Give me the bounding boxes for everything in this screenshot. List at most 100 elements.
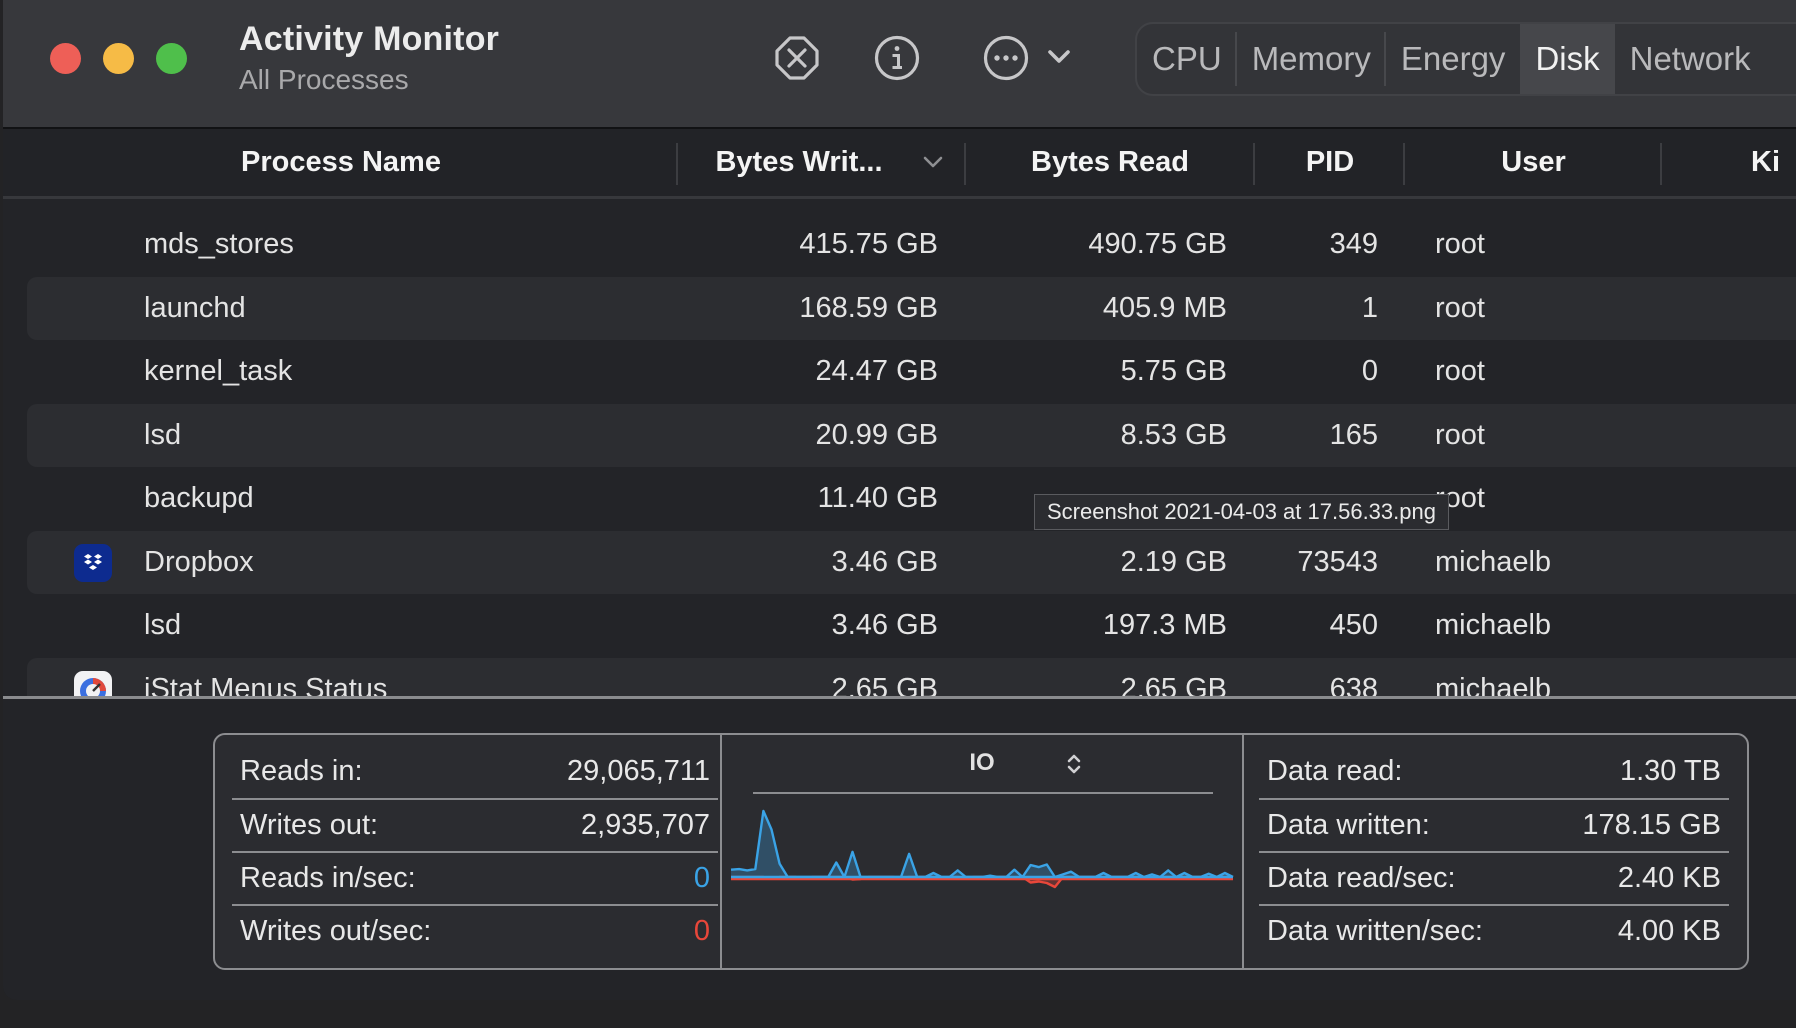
bytes-written: 11.40 GB — [817, 482, 938, 514]
pid: 638 — [1329, 672, 1378, 697]
bytes-read: 2.65 GB — [1120, 672, 1227, 697]
more-actions-button[interactable] — [982, 34, 1030, 82]
column-divider[interactable] — [1403, 143, 1405, 185]
stop-process-icon — [775, 36, 819, 80]
stat-value: 2,935,707 — [580, 809, 710, 841]
info-icon — [874, 35, 920, 81]
bytes-read: 8.53 GB — [1120, 418, 1227, 451]
pid: 1 — [1361, 291, 1378, 324]
minimize-window-button[interactable] — [103, 43, 134, 74]
table-header: Process Name Bytes Writ... Bytes Read PI… — [3, 129, 1796, 199]
more-actions-icon — [983, 35, 1029, 81]
panel-divider — [1242, 735, 1244, 968]
user: root — [1435, 291, 1485, 324]
stat-row: Data read: 1.30 TB — [1259, 745, 1729, 798]
pid: 165 — [1329, 418, 1378, 451]
process-row[interactable]: lsd 3.46 GB 197.3 MB 450 michaelb — [27, 594, 1796, 657]
bytes-written: 3.46 GB — [831, 609, 938, 641]
process-name: launchd — [144, 291, 246, 324]
bytes-read: 405.9 MB — [1102, 291, 1227, 324]
inspect-process-button[interactable] — [873, 34, 921, 82]
process-name: Dropbox — [144, 545, 254, 578]
bytes-read: 5.75 GB — [1120, 355, 1227, 387]
user: root — [1435, 355, 1485, 387]
stat-label: Data written: — [1267, 809, 1430, 841]
process-name: kernel_task — [144, 355, 293, 387]
tab-cpu[interactable]: CPU — [1137, 24, 1237, 94]
bytes-written: 24.47 GB — [815, 355, 938, 387]
bytes-read: 2.19 GB — [1120, 545, 1227, 578]
column-header-kind[interactable]: Ki — [1751, 129, 1796, 196]
reads-series-line — [730, 809, 1234, 879]
stat-label: Data read/sec: — [1267, 862, 1456, 894]
stat-value: 0 — [693, 862, 710, 894]
column-divider[interactable] — [1660, 143, 1662, 185]
chevron-down-icon[interactable] — [1046, 46, 1072, 68]
stat-row: Reads in: 29,065,711 — [232, 745, 718, 798]
sort-descending-icon[interactable] — [922, 154, 944, 170]
bytes-written: 3.46 GB — [831, 545, 938, 578]
tab-network[interactable]: Network — [1615, 24, 1766, 94]
bytes-written: 415.75 GB — [799, 228, 938, 260]
io-graph-section: IO — [722, 735, 1242, 968]
zoom-window-button[interactable] — [156, 43, 187, 74]
disk-stats-panel: Reads in: 29,065,711 Writes out: 2,935,707 R… — [213, 733, 1749, 970]
column-header-user[interactable]: User — [1406, 129, 1661, 196]
title-bar: Activity Monitor All Processes CPU Memor… — [3, 0, 1796, 129]
window-title: Activity Monitor — [239, 20, 500, 58]
pid: 73543 — [1297, 545, 1378, 578]
column-header-bytes-written[interactable]: Bytes Writ... — [679, 129, 919, 196]
close-window-button[interactable] — [50, 43, 81, 74]
stat-row: Writes out: 2,935,707 — [232, 798, 718, 851]
process-row[interactable]: iStat Menus Status 2.65 GB 2.65 GB 638 micha… — [27, 657, 1796, 697]
reads-series-area — [731, 811, 1233, 877]
process-row[interactable]: kernel_task 24.47 GB 5.75 GB 0 root — [27, 340, 1796, 403]
stat-row: Reads in/sec: 0 — [232, 851, 718, 904]
process-row[interactable]: lsd 20.99 GB 8.53 GB 165 root — [27, 403, 1796, 467]
view-tabs: CPU Memory Energy Disk Network — [1135, 22, 1796, 96]
user: michaelb — [1435, 545, 1552, 578]
io-graph — [730, 809, 1234, 889]
stat-label: Writes out/sec: — [240, 915, 432, 947]
bytes-written: 2.65 GB — [831, 672, 938, 697]
process-name: lsd — [144, 418, 182, 451]
dropbox-icon — [74, 543, 112, 582]
user: michaelb — [1435, 609, 1552, 641]
column-divider[interactable] — [676, 143, 678, 185]
bytes-written: 20.99 GB — [815, 418, 938, 451]
stat-value: 4.00 KB — [1617, 915, 1721, 947]
stop-process-button[interactable] — [773, 34, 821, 82]
tab-disk[interactable]: Disk — [1520, 24, 1615, 94]
stat-value: 178.15 GB — [1582, 809, 1721, 841]
column-header-process-name[interactable]: Process Name — [3, 129, 679, 196]
pid: 0 — [1361, 355, 1378, 387]
process-name: iStat Menus Status — [144, 672, 388, 697]
bytes-written: 168.59 GB — [799, 291, 938, 324]
data-totals-group: Data read: 1.30 TB Data written: 178.15 GB D… — [1259, 745, 1729, 957]
process-row[interactable]: backupd 11.40 GB root — [27, 467, 1796, 530]
bytes-read: 197.3 MB — [1102, 609, 1227, 641]
process-name: lsd — [144, 609, 182, 641]
stat-row: Writes out/sec: 0 — [232, 904, 718, 957]
stat-label: Data read: — [1267, 755, 1403, 787]
tab-energy[interactable]: Energy — [1386, 24, 1521, 94]
process-row[interactable]: Dropbox 3.46 GB 2.19 GB 73543 michaelb — [27, 530, 1796, 594]
process-table: mds_stores 415.75 GB 490.75 GB 349 root launc… — [3, 199, 1796, 696]
column-header-pid[interactable]: PID — [1255, 129, 1405, 196]
bytes-read: 490.75 GB — [1088, 228, 1227, 260]
stat-value: 2.40 KB — [1617, 862, 1721, 894]
stat-row: Data written: 178.15 GB — [1259, 798, 1729, 851]
column-header-bytes-read[interactable]: Bytes Read — [966, 129, 1254, 196]
process-row[interactable]: mds_stores 415.75 GB 490.75 GB 349 root — [27, 213, 1796, 276]
process-name: backupd — [144, 482, 254, 514]
process-row[interactable]: launchd 168.59 GB 405.9 MB 1 root — [27, 276, 1796, 340]
graph-mode-stepper-icon[interactable] — [1065, 751, 1083, 777]
table-bottom-divider[interactable] — [3, 696, 1796, 699]
activity-monitor-window: Activity Monitor All Processes CPU Memor… — [3, 0, 1796, 1000]
user: root — [1435, 418, 1485, 451]
io-counts-group: Reads in: 29,065,711 Writes out: 2,935,707 R… — [232, 745, 718, 957]
user: michaelb — [1435, 672, 1552, 697]
istat-menus-icon — [74, 670, 112, 696]
pid: 349 — [1329, 228, 1378, 260]
tab-memory[interactable]: Memory — [1237, 24, 1387, 94]
